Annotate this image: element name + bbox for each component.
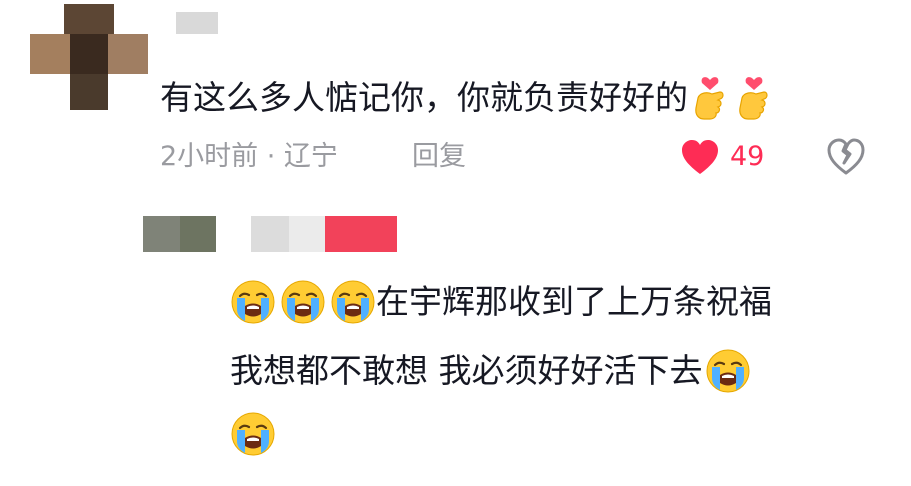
loudly-crying-emoji-icon [281, 280, 325, 324]
finger-heart-emoji-icon [695, 77, 724, 120]
comment-meta: 2小时前 · 辽宁 [160, 141, 338, 172]
loudly-crying-emoji-icon [331, 280, 375, 324]
comment-text: 有这么多人惦记你，你就负责好好的 [160, 78, 688, 117]
reply-author-badge-blurred [325, 216, 397, 252]
reply-line-2: 我想都不敢想 我必须好好活下去 [230, 348, 751, 394]
comment-text-row: 有这么多人惦记你，你就负责好好的 [160, 74, 774, 122]
loudly-crying-emoji-icon [231, 280, 275, 324]
reply-avatar-blurred[interactable] [143, 216, 180, 252]
reply-username-blurred[interactable] [251, 216, 289, 252]
reply-text-line-2: 我想都不敢想 我必须好好活下去 [230, 351, 703, 390]
username-blurred[interactable] [176, 12, 218, 34]
like-count: 49 [730, 141, 765, 172]
reply-line-1: 在宇辉那收到了上万条祝福 [230, 279, 772, 325]
loudly-crying-emoji-icon [706, 349, 749, 393]
reply-button[interactable]: 回复 [412, 139, 466, 175]
reply-text-line-1: 在宇辉那收到了上万条祝福 [376, 282, 772, 321]
reply-username-blurred-part [289, 216, 325, 252]
finger-heart-emoji-icon [739, 77, 768, 120]
like-heart-icon[interactable] [680, 138, 720, 176]
loudly-crying-emoji-icon [231, 412, 275, 456]
reply-avatar-blurred-part [180, 216, 216, 252]
reply-line-3 [230, 411, 276, 457]
avatar[interactable] [30, 4, 148, 110]
dislike-broken-heart-icon[interactable] [826, 137, 866, 177]
